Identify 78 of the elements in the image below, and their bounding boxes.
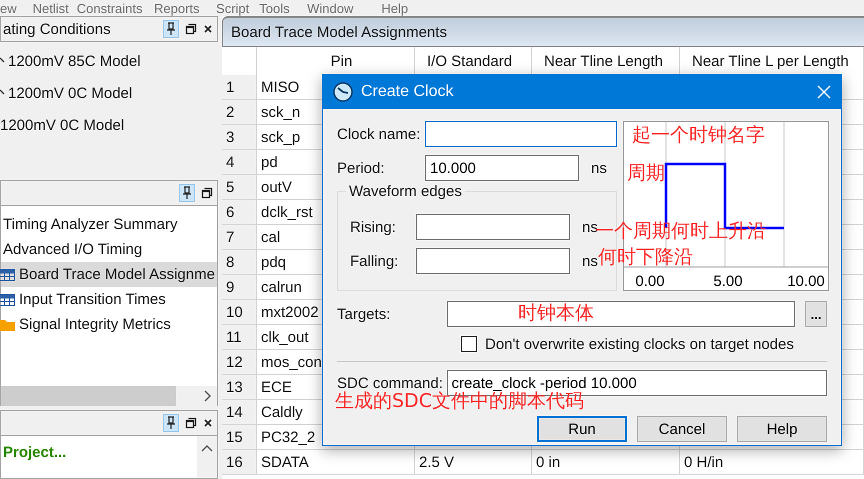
targets-field[interactable]	[446, 301, 796, 327]
row-number: 14	[222, 400, 257, 425]
close-icon[interactable]	[203, 24, 213, 34]
model-item[interactable]: 1200mV 0C Model	[8, 84, 132, 102]
clock-name-field[interactable]	[425, 121, 617, 147]
scroll-right-icon[interactable]	[202, 390, 212, 402]
row-number: 8	[222, 250, 257, 275]
row-number: 1	[222, 75, 257, 100]
scrollbar-thumb[interactable]	[1, 386, 176, 406]
annotation-text: 起一个时钟名字	[632, 125, 765, 145]
row-number: 6	[222, 200, 257, 225]
table-icon	[0, 268, 15, 280]
menu-item[interactable]: Constraints	[76, 0, 142, 16]
tick-label: 0.00	[635, 273, 665, 290]
pin-icon[interactable]	[179, 184, 195, 202]
annotation-text: 周期	[627, 163, 665, 183]
restore-icon[interactable]	[185, 23, 197, 35]
edge-field[interactable]	[416, 214, 570, 240]
menu-item[interactable]: Script	[216, 0, 250, 16]
row-number: 4	[222, 150, 257, 175]
report-item[interactable]: Board Trace Model Assignme	[1, 262, 217, 287]
model-item[interactable]: 1200mV 85C Model	[8, 52, 141, 70]
report-item[interactable]: Advanced I/O Timing	[1, 237, 217, 262]
table-icon	[0, 294, 15, 306]
folder-icon	[0, 318, 15, 330]
dialog-button[interactable]: Help	[737, 416, 827, 442]
row-number: 12	[222, 350, 257, 375]
table-title: Board Trace Model Assignments	[222, 16, 864, 47]
report-item[interactable]: Input Transition Times	[1, 287, 217, 312]
row-number: 13	[222, 375, 257, 400]
row-number: 16	[222, 450, 257, 475]
annotation-text: 何时下降沿	[598, 247, 693, 267]
close-icon[interactable]	[203, 418, 213, 428]
restore-icon[interactable]	[185, 417, 197, 429]
row-number: 7	[222, 225, 257, 250]
unit-label: ns	[582, 218, 598, 236]
row-number: 9	[222, 275, 257, 300]
tick-label: 5.00	[713, 273, 743, 290]
menu-item[interactable]: Help	[381, 0, 408, 16]
edge-field[interactable]	[416, 248, 570, 274]
table-cell: 0 in	[532, 450, 680, 475]
menu-item[interactable]: Tools	[259, 0, 290, 16]
period-field[interactable]: 10.000	[425, 155, 579, 181]
tick-label: 10.00	[787, 273, 825, 290]
row-number: 2	[222, 100, 257, 125]
field-label: Targets:	[337, 306, 392, 322]
group-title: Waveform edges	[346, 183, 465, 200]
menu-item[interactable]: Window	[307, 0, 354, 16]
menu-item[interactable]: Reports	[154, 0, 200, 16]
table-cell: 2.5 V	[415, 450, 532, 475]
row-number: 3	[222, 125, 257, 150]
row-number: 11	[222, 325, 257, 350]
unit-label: ns	[582, 252, 598, 270]
pin-icon[interactable]	[163, 414, 179, 432]
row-number: 5	[222, 175, 257, 200]
browse-button[interactable]: ...	[805, 301, 827, 327]
model-item[interactable]: 1200mV 0C Model	[0, 116, 124, 134]
menu-item[interactable]: ew	[0, 0, 17, 16]
scroll-up-icon[interactable]	[201, 444, 213, 452]
panel-title: ating Conditions	[3, 20, 111, 38]
annotation-text: 时钟本体	[518, 303, 594, 323]
unit-label: ns	[591, 160, 607, 176]
checkbox[interactable]	[461, 336, 477, 352]
dialog-button[interactable]: Cancel	[637, 416, 727, 442]
clock-icon	[333, 82, 353, 102]
table-cell: SDATA	[257, 450, 415, 475]
row-number: 15	[222, 425, 257, 450]
field-label: Falling:	[350, 252, 400, 270]
dialog-button[interactable]: Run	[537, 416, 627, 442]
menu-item[interactable]: Netlist	[32, 0, 69, 16]
checkbox-label[interactable]: Don't overwrite existing clocks on target nodes	[485, 336, 794, 352]
report-item[interactable]: Timing Analyzer Summary	[1, 212, 217, 237]
row-number: 10	[222, 300, 257, 325]
restore-icon[interactable]	[201, 187, 213, 199]
report-item[interactable]: Signal Integrity Metrics	[1, 312, 217, 337]
field-label: Period:	[337, 160, 386, 176]
pin-icon[interactable]	[163, 20, 179, 38]
table-cell: 0 H/in	[680, 450, 864, 475]
